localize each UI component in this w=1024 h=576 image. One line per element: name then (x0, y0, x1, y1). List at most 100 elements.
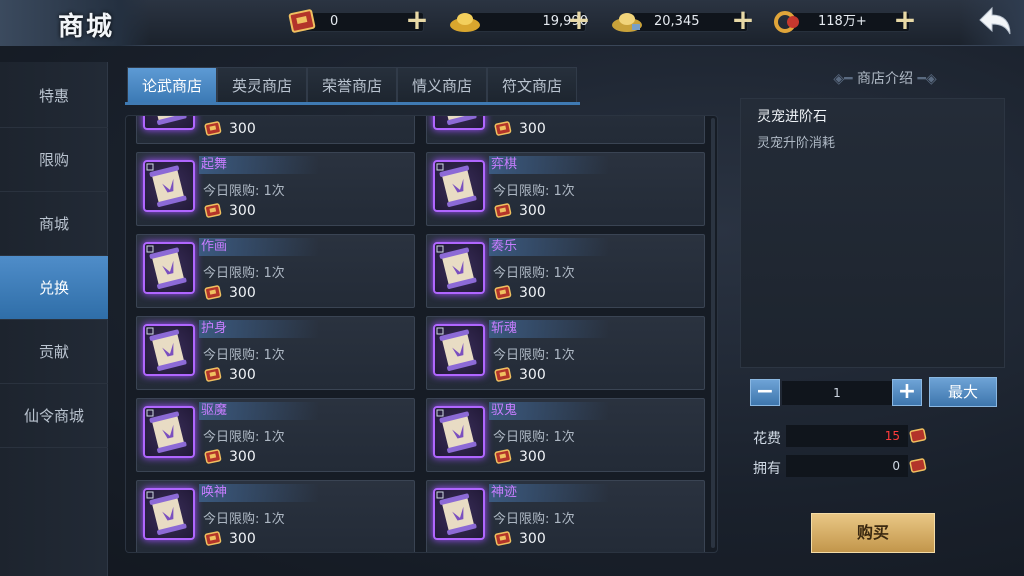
scroll-ticket-icon (204, 203, 222, 218)
item-card[interactable]: 驱魔今日限购: 1次 300 (136, 398, 415, 472)
item-name: 斩魂 (491, 321, 518, 336)
nav-item-duihuan[interactable]: 兑换 (0, 256, 108, 320)
scroll-item-icon (433, 116, 485, 130)
add-silver-ingot-button[interactable]: + (728, 6, 758, 36)
back-button[interactable] (960, 0, 1024, 46)
item-name: 护身 (201, 321, 228, 336)
own-label: 拥有 (753, 461, 781, 477)
item-description: 灵宠升阶消耗 (757, 136, 836, 151)
item-price: 300 (519, 121, 546, 137)
scroll-item-icon (433, 324, 485, 376)
nav-item-gongxian[interactable]: 贡献 (0, 320, 108, 384)
add-gold-ingot-button[interactable]: + (564, 6, 594, 36)
cost-label: 花费 (753, 431, 781, 447)
resource-value: 118万+ (818, 14, 867, 29)
scroll-item-icon (143, 488, 195, 540)
item-limit: 今日限购: 1次 (493, 348, 575, 363)
add-scroll-ticket-button[interactable]: + (402, 6, 432, 36)
item-price: 300 (229, 449, 256, 465)
nav-item-tehui[interactable]: 特惠 (0, 64, 108, 128)
scroll-item-icon (143, 406, 195, 458)
item-limit: 今日限购: 1次 (203, 430, 285, 445)
grid-scrollbar[interactable] (711, 118, 715, 548)
item-card[interactable]: 唤神 今日限购: 1次 300 (136, 480, 415, 552)
scroll-ticket-icon (494, 203, 512, 218)
item-limit: 今日限购: 1次 (493, 512, 575, 527)
item-name: 驭鬼 (491, 403, 518, 418)
nav-item-xiangou[interactable]: 限购 (0, 128, 108, 192)
scroll-ticket-icon (494, 121, 512, 136)
item-grid[interactable]: 300 300 起舞 今日限购: 1次 300 弈棋 今日限购: 1次 300 作画 今日限购: … (125, 115, 718, 553)
scroll-item-icon (433, 160, 485, 212)
tab-fuwen[interactable]: 符文商店 (487, 67, 577, 103)
scroll-ticket-icon (204, 367, 222, 382)
scroll-ticket-icon (204, 285, 222, 300)
item-price: 300 (519, 203, 546, 219)
item-name: 弈棋 (491, 157, 518, 172)
item-price: 300 (229, 531, 256, 547)
item-card[interactable]: 驭鬼 今日限购: 1次 300 (426, 398, 705, 472)
silver-ingot-icon (612, 13, 642, 32)
item-title: 灵宠进阶石 (757, 109, 827, 125)
own-value: 0 (786, 455, 908, 477)
max-quantity-button[interactable]: 最大 (929, 377, 997, 407)
back-arrow-icon (979, 6, 1011, 35)
item-card[interactable]: 作画今日限购: 1次 300 (136, 234, 415, 308)
item-name: 神迹 (491, 485, 518, 500)
decrease-quantity-button[interactable]: − (750, 379, 780, 406)
shop-intro-label: 商店介绍 (857, 71, 913, 87)
resource-value: 20,345 (654, 14, 700, 29)
scroll-ticket-icon (494, 531, 512, 546)
top-bar: 商城 0 + 19,990 + 20,345 + 118万+ + (0, 0, 1024, 46)
quantity-field[interactable]: 1 (782, 381, 892, 405)
item-limit: 今日限购: 1次 (203, 266, 285, 281)
tab-qingyi[interactable]: 情义商店 (397, 67, 487, 103)
item-limit: 今日限购: 1次 (493, 266, 575, 281)
increase-quantity-button[interactable]: + (892, 379, 922, 406)
page-title: 商城 (58, 12, 115, 42)
buy-button[interactable]: 购买 (811, 513, 935, 553)
item-card[interactable]: 奏乐 今日限购: 1次 300 (426, 234, 705, 308)
item-card[interactable]: 斩魂今日限购: 1次 300 (426, 316, 705, 390)
scroll-item-icon (143, 324, 195, 376)
item-price: 300 (229, 121, 256, 137)
scroll-ticket-icon (204, 121, 222, 136)
item-price: 300 (229, 367, 256, 383)
heading-ornament-right-icon: ━◈ (913, 71, 937, 87)
tab-lunwu[interactable]: 论武商店 (127, 67, 217, 103)
coin-string-icon (774, 11, 799, 33)
scroll-ticket-icon (288, 9, 316, 33)
item-price: 300 (229, 203, 256, 219)
tab-rongyu[interactable]: 荣誉商店 (307, 67, 397, 103)
item-card[interactable]: 弈棋 今日限购: 1次 300 (426, 152, 705, 226)
add-coin-string-button[interactable]: + (890, 6, 920, 36)
scroll-ticket-icon (494, 367, 512, 382)
scroll-ticket-icon (909, 458, 927, 473)
cost-value: 15 (786, 425, 908, 447)
item-limit: 今日限购: 1次 (203, 512, 285, 527)
heading-ornament-left-icon: ◈━ (833, 71, 857, 87)
tab-yingling[interactable]: 英灵商店 (217, 67, 307, 103)
item-card[interactable]: 300 (426, 116, 705, 144)
item-price: 300 (519, 367, 546, 383)
item-card[interactable]: 起舞 今日限购: 1次 300 (136, 152, 415, 226)
item-card[interactable]: 300 (136, 116, 415, 144)
item-name: 作画 (201, 239, 228, 254)
gold-ingot-icon (450, 13, 480, 32)
nav-item-shangcheng[interactable]: 商城 (0, 192, 108, 256)
scroll-ticket-icon (494, 285, 512, 300)
item-price: 300 (229, 285, 256, 301)
scroll-item-icon (143, 160, 195, 212)
item-card[interactable]: 神迹 今日限购: 1次 300 (426, 480, 705, 552)
shop-intro-heading: ◈━ 商店介绍 ━◈ (795, 68, 975, 90)
item-price: 300 (519, 285, 546, 301)
item-name: 驱魔 (201, 403, 228, 418)
scroll-item-icon (433, 406, 485, 458)
nav-item-xianling[interactable]: 仙令商城 (0, 384, 108, 448)
left-nav: 特惠 限购 商城 兑换 贡献 仙令商城 (0, 62, 108, 576)
resource-value: 0 (330, 14, 339, 29)
tab-underline (125, 102, 580, 105)
item-card[interactable]: 护身 今日限购: 1次 300 (136, 316, 415, 390)
scroll-item-icon (143, 116, 195, 130)
scroll-item-icon (143, 242, 195, 294)
